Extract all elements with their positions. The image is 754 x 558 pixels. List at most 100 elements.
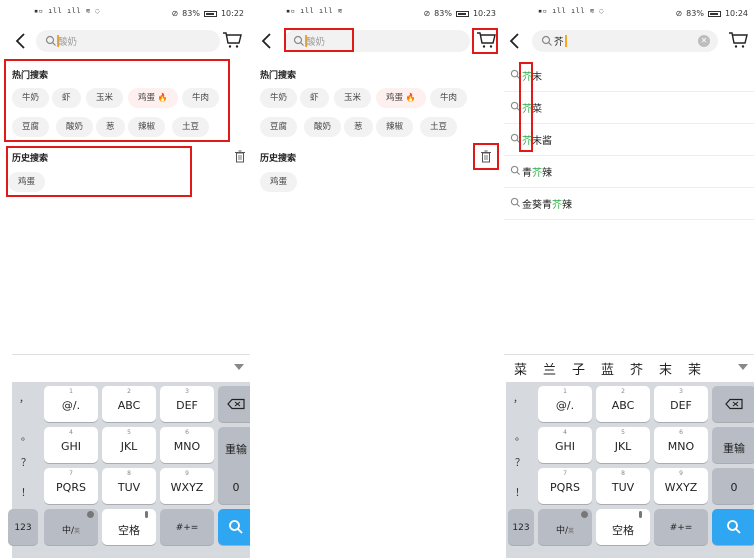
cart-icon[interactable]	[728, 31, 748, 49]
punct-exclaim[interactable]: ！	[21, 484, 31, 499]
suggestion-item[interactable]: 青芥辣	[504, 156, 754, 188]
space-key[interactable]: 空格	[596, 509, 650, 545]
search-icon	[45, 35, 56, 46]
key-2[interactable]: 2 ABC	[596, 386, 650, 422]
search-icon	[510, 165, 521, 176]
key-1[interactable]: 1 @/.	[538, 386, 592, 422]
hot-chip-yogurt[interactable]: 酸奶	[304, 117, 342, 137]
backspace-key[interactable]	[712, 386, 754, 422]
hot-chip-corn[interactable]: 玉米	[334, 88, 372, 108]
candidate-word[interactable]: 蓝	[593, 359, 622, 378]
hot-chip-egg[interactable]: 鸡蛋 🔥	[376, 88, 426, 108]
collapse-arrow-icon[interactable]	[738, 364, 748, 370]
key-6[interactable]: 6 MNO	[160, 427, 214, 463]
punct-comma[interactable]: ，	[513, 390, 523, 405]
punct-period[interactable]: 。	[515, 428, 525, 443]
backspace-key[interactable]	[218, 386, 250, 422]
key-label: JKL	[120, 440, 138, 453]
text-cursor	[565, 35, 567, 47]
search-header: 芥 ✕	[504, 28, 754, 54]
search-input[interactable]: 芥 ✕	[532, 30, 718, 52]
punct-question[interactable]: ？	[515, 454, 525, 469]
lang-switch-key[interactable]: 中/英	[538, 509, 592, 545]
hot-chip-milk[interactable]: 牛奶	[260, 88, 298, 108]
key-4[interactable]: 4 GHI	[538, 427, 592, 463]
cart-icon[interactable]	[222, 31, 242, 49]
suggestion-highlight: 芥	[532, 168, 542, 179]
clear-icon[interactable]: ✕	[698, 35, 710, 47]
collapse-arrow-icon[interactable]	[234, 364, 244, 370]
key-8[interactable]: 8 TUV	[102, 468, 156, 504]
key-label: MNO	[667, 440, 695, 453]
candidate-word[interactable]: 菜	[506, 359, 535, 378]
hot-chip-potato[interactable]: 土豆	[420, 117, 458, 137]
battery-icon	[707, 10, 721, 17]
candidate-word[interactable]: 子	[564, 359, 593, 378]
back-arrow-icon[interactable]	[508, 31, 522, 51]
suggestion-item[interactable]: 芥末酱	[504, 124, 754, 156]
keyboard-search-key[interactable]	[712, 509, 754, 545]
battery-icon	[203, 10, 217, 17]
key-num: 7	[69, 470, 73, 477]
signal-icons: ▪▫ ıll ıll ≋	[286, 7, 343, 15]
key-3[interactable]: 3 DEF	[654, 386, 708, 422]
key-9[interactable]: 9 WXYZ	[654, 468, 708, 504]
candidate-word[interactable]: 末	[651, 359, 680, 378]
key-8[interactable]: 8 TUV	[596, 468, 650, 504]
hot-chip-chili[interactable]: 辣椒	[376, 117, 414, 137]
punct-exclaim[interactable]: ！	[515, 484, 525, 499]
keyboard-search-icon	[229, 520, 243, 534]
candidate-word[interactable]: 芥	[622, 359, 651, 378]
lang-switch-key[interactable]: 中/英	[44, 509, 98, 545]
signal-icons: ▪▫ ıll ıll ≋ ◌	[538, 7, 605, 15]
key-7[interactable]: 7 PQRS	[44, 468, 98, 504]
key-7[interactable]: 7 PQRS	[538, 468, 592, 504]
history-chip-egg[interactable]: 鸡蛋	[260, 172, 298, 192]
reinput-key[interactable]: 重输	[712, 427, 754, 463]
candidate-word[interactable]: 兰	[535, 359, 564, 378]
key-5[interactable]: 5 JKL	[596, 427, 650, 463]
key-label: #+=	[669, 523, 693, 533]
key-9[interactable]: 9 WXYZ	[160, 468, 214, 504]
search-icon	[510, 197, 521, 208]
key-5[interactable]: 5 JKL	[102, 427, 156, 463]
key-2[interactable]: 2 ABC	[102, 386, 156, 422]
key-label: ABC	[611, 399, 635, 412]
globe-icon	[581, 511, 588, 518]
punct-comma[interactable]: ，	[19, 390, 29, 405]
key-4[interactable]: 4 GHI	[44, 427, 98, 463]
keyboard-search-key[interactable]	[218, 509, 250, 545]
annotation-box-trash	[473, 143, 499, 170]
suggestion-prefix: 金葵青	[522, 200, 552, 211]
key-1[interactable]: 1 @/.	[44, 386, 98, 422]
clock: 10:23	[472, 9, 496, 18]
num-mode-key[interactable]: 123	[8, 509, 38, 545]
battery-percent: 83%	[686, 9, 704, 18]
punct-question[interactable]: ？	[21, 454, 31, 469]
suggestion-highlight: 芥	[552, 200, 562, 211]
key-6[interactable]: 6 MNO	[654, 427, 708, 463]
hot-chip-shrimp[interactable]: 虾	[300, 88, 329, 108]
hot-chip-beef[interactable]: 牛肉	[430, 88, 468, 108]
key-0[interactable]: 0	[712, 468, 754, 504]
annotation-box-highlight	[519, 62, 533, 152]
punct-period[interactable]: 。	[21, 428, 31, 443]
search-input[interactable]: 酸奶	[36, 30, 220, 52]
key-3[interactable]: 3 DEF	[160, 386, 214, 422]
hot-chip-tofu[interactable]: 豆腐	[260, 117, 298, 137]
symbols-key[interactable]: #+=	[654, 509, 708, 545]
key-num: 9	[185, 470, 189, 477]
suggestion-item[interactable]: 金葵青芥辣	[504, 188, 754, 220]
suggestion-item[interactable]: 芥菜	[504, 92, 754, 124]
back-arrow-icon[interactable]	[14, 31, 28, 51]
symbols-key[interactable]: #+=	[160, 509, 214, 545]
key-0[interactable]: 0	[218, 468, 250, 504]
back-arrow-icon[interactable]	[260, 31, 274, 51]
space-key[interactable]: 空格	[102, 509, 156, 545]
num-mode-key[interactable]: 123	[508, 509, 534, 545]
candidate-word[interactable]: 茉	[680, 359, 709, 378]
hot-chip-scallion[interactable]: 葱	[344, 117, 373, 137]
trash-icon[interactable]	[234, 150, 246, 163]
key-num: 2	[127, 388, 131, 395]
suggestion-item[interactable]: 芥末	[504, 60, 754, 92]
